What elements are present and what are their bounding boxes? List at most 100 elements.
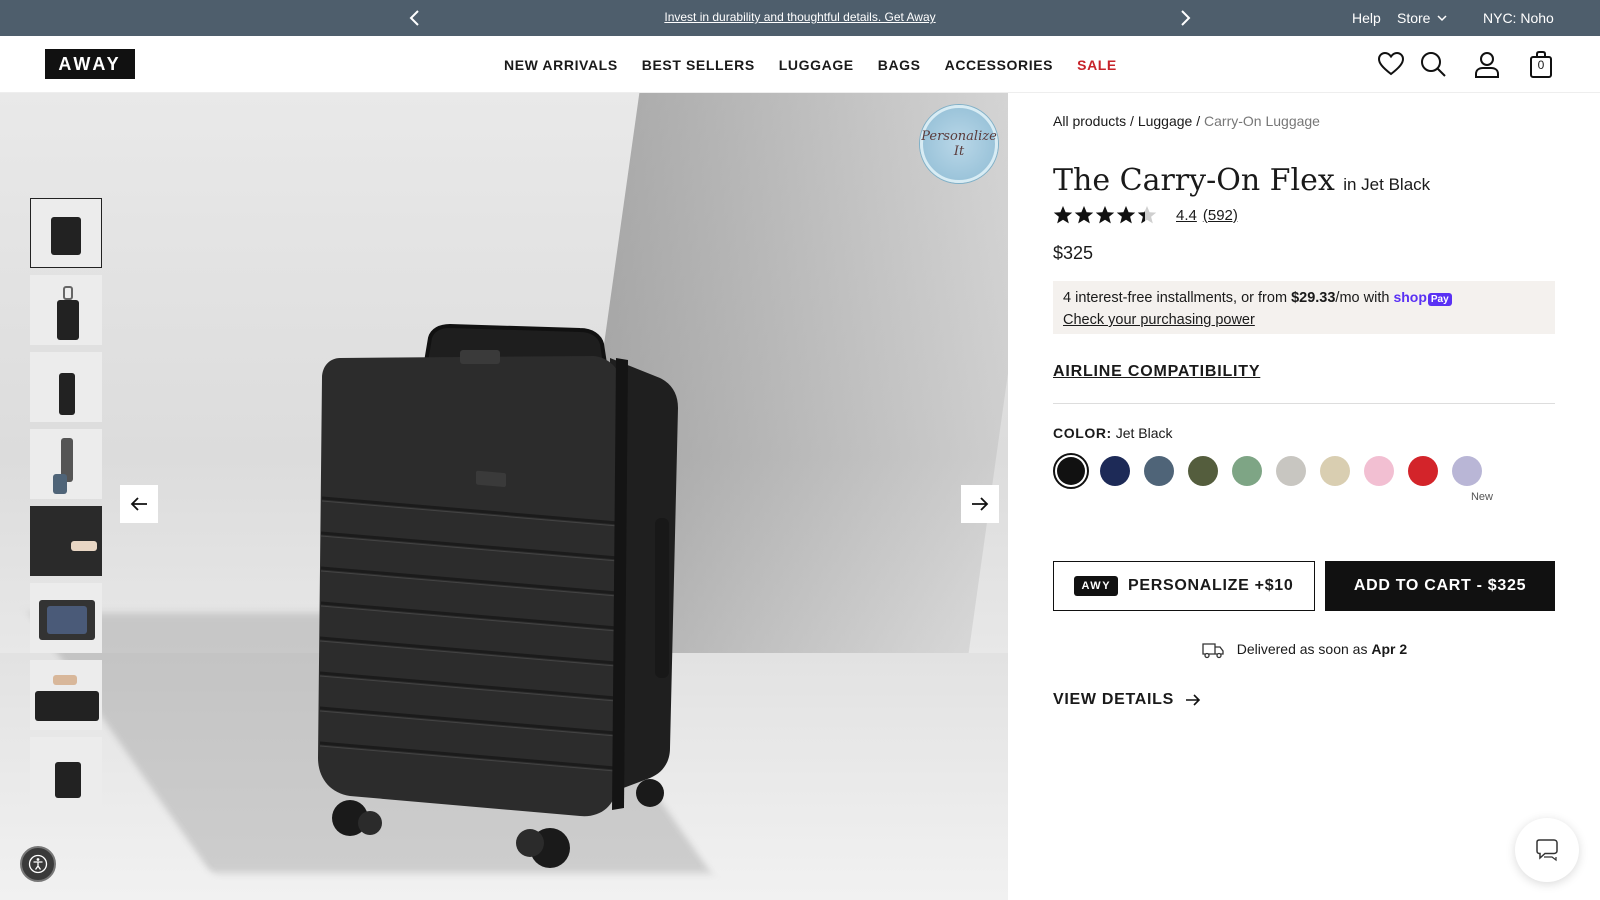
wishlist-button[interactable] [1377, 50, 1405, 78]
swatch-color [1232, 456, 1262, 486]
nav-new-arrivals[interactable]: NEW ARRIVALS [504, 57, 618, 73]
personalize-button[interactable]: AWY PERSONALIZE +$10 [1053, 561, 1315, 611]
cart-count: 0 [1537, 58, 1545, 72]
star-icon [1053, 206, 1073, 224]
thumbnail-list [30, 198, 102, 814]
star-rating [1053, 205, 1158, 225]
product-rating: 4.4 (592) [1053, 205, 1244, 225]
thumbnail-8[interactable] [30, 737, 102, 807]
star-icon [1095, 206, 1115, 224]
color-swatch-8[interactable] [1361, 453, 1397, 489]
star-icon [1137, 206, 1157, 224]
search-button[interactable] [1419, 50, 1447, 78]
thumbnail-5[interactable] [30, 506, 102, 576]
swatch-color [1408, 456, 1438, 486]
breadcrumb-luggage[interactable]: Luggage / [1138, 113, 1200, 129]
color-swatch-4[interactable] [1185, 453, 1221, 489]
installments-suffix: /mo with [1335, 290, 1394, 306]
swatch-color [1320, 456, 1350, 486]
thumbnail-3[interactable] [30, 352, 102, 422]
divider [1053, 403, 1555, 404]
nav-sale[interactable]: SALE [1077, 57, 1117, 73]
product-color-suffix: in Jet Black [1343, 175, 1431, 194]
personalize-label: PERSONALIZE +$10 [1128, 577, 1294, 594]
color-swatches [1053, 453, 1493, 489]
delivery-prefix: Delivered as soon as [1236, 641, 1372, 657]
announcement-prev-button[interactable] [405, 8, 425, 28]
site-header: AWAY NEW ARRIVALS BEST SELLERS LUGGAGE B… [0, 36, 1600, 93]
delivery-estimate: Delivered as soon as Apr 2 [1053, 641, 1555, 659]
color-label-key: COLOR: [1053, 425, 1112, 441]
thumbnail-2[interactable] [30, 275, 102, 345]
announcement-link[interactable]: Invest in durability and thoughtful deta… [600, 10, 1000, 24]
thumbnail-4[interactable] [30, 429, 102, 499]
swatch-color [1364, 456, 1394, 486]
personalize-it-badge[interactable]: Personalize It [920, 105, 998, 183]
main-product-image[interactable] [310, 318, 690, 878]
thumbnail-6[interactable] [30, 583, 102, 653]
chevron-right-icon [1181, 10, 1191, 26]
chat-button[interactable] [1515, 818, 1579, 882]
thumbnail-7[interactable] [30, 660, 102, 730]
announcement-bar: Invest in durability and thoughtful deta… [0, 0, 1600, 36]
delivery-date: Apr 2 [1371, 641, 1408, 657]
color-swatch-6[interactable] [1273, 453, 1309, 489]
color-swatch-2[interactable] [1097, 453, 1133, 489]
swatch-color [1452, 456, 1482, 486]
chat-icon [1536, 839, 1558, 862]
star-icon [1116, 206, 1136, 224]
add-to-cart-button[interactable]: ADD TO CART - $325 [1325, 561, 1555, 611]
review-count-link[interactable]: (592) [1203, 207, 1238, 224]
swatch-color [1188, 456, 1218, 486]
cart-button[interactable]: 0 [1527, 50, 1555, 78]
announcement-next-button[interactable] [1175, 8, 1195, 28]
badge-line-2: It [953, 144, 965, 159]
nav-luggage[interactable]: LUGGAGE [779, 57, 854, 73]
heart-icon [1377, 51, 1405, 76]
rating-value-link[interactable]: 4.4 [1176, 207, 1197, 224]
chevron-left-icon [409, 10, 419, 26]
user-icon [1475, 52, 1499, 78]
color-swatch-1[interactable] [1053, 453, 1089, 489]
away-logo[interactable]: AWAY [45, 49, 135, 79]
arrow-right-icon [972, 497, 989, 511]
nav-bags[interactable]: BAGS [878, 57, 921, 73]
gallery-next-button[interactable] [961, 485, 999, 523]
color-swatch-10[interactable] [1449, 453, 1485, 489]
nav-accessories[interactable]: ACCESSORIES [945, 57, 1054, 73]
color-swatch-7[interactable] [1317, 453, 1353, 489]
color-label: COLOR: Jet Black [1053, 425, 1173, 441]
product-title: The Carry-On Flex in Jet Black [1053, 163, 1430, 198]
breadcrumb-current: Carry-On Luggage [1204, 113, 1320, 129]
store-label: Store [1397, 10, 1431, 26]
view-details-label: VIEW DETAILS [1053, 691, 1174, 708]
shop-pay-tag: Pay [1427, 293, 1452, 306]
thumbnail-1[interactable] [30, 198, 102, 268]
new-color-label: New [1470, 491, 1493, 503]
account-button[interactable] [1473, 50, 1501, 78]
installments-box: 4 interest-free installments, or from $2… [1053, 281, 1555, 334]
store-location-link[interactable]: NYC: Noho [1483, 10, 1554, 26]
view-details-link[interactable]: VIEW DETAILS [1053, 691, 1202, 709]
color-label-value: Jet Black [1115, 425, 1173, 441]
help-link[interactable]: Help [1352, 10, 1381, 26]
chevron-down-icon [1437, 15, 1447, 22]
color-swatch-5[interactable] [1229, 453, 1265, 489]
shop-pay-brand: shop [1393, 289, 1427, 305]
installments-prefix: 4 interest-free installments, or from [1063, 290, 1292, 306]
breadcrumb: All products / Luggage / Carry-On Luggag… [1053, 113, 1320, 129]
product-gallery: Personalize It [0, 93, 1008, 900]
purchasing-power-link[interactable]: Check your purchasing power [1063, 310, 1545, 331]
store-dropdown[interactable]: Store [1397, 10, 1447, 26]
nav-best-sellers[interactable]: BEST SELLERS [642, 57, 755, 73]
star-icon [1074, 206, 1094, 224]
color-swatch-3[interactable] [1141, 453, 1177, 489]
color-swatch-9[interactable] [1405, 453, 1441, 489]
accessibility-icon [28, 854, 48, 874]
personalize-tag: AWY [1074, 576, 1119, 596]
gallery-prev-button[interactable] [120, 485, 158, 523]
airline-compatibility-link[interactable]: AIRLINE COMPATIBILITY [1053, 363, 1260, 381]
product-price: $325 [1053, 243, 1094, 263]
breadcrumb-all-products[interactable]: All products / [1053, 113, 1134, 129]
accessibility-button[interactable] [20, 846, 56, 882]
